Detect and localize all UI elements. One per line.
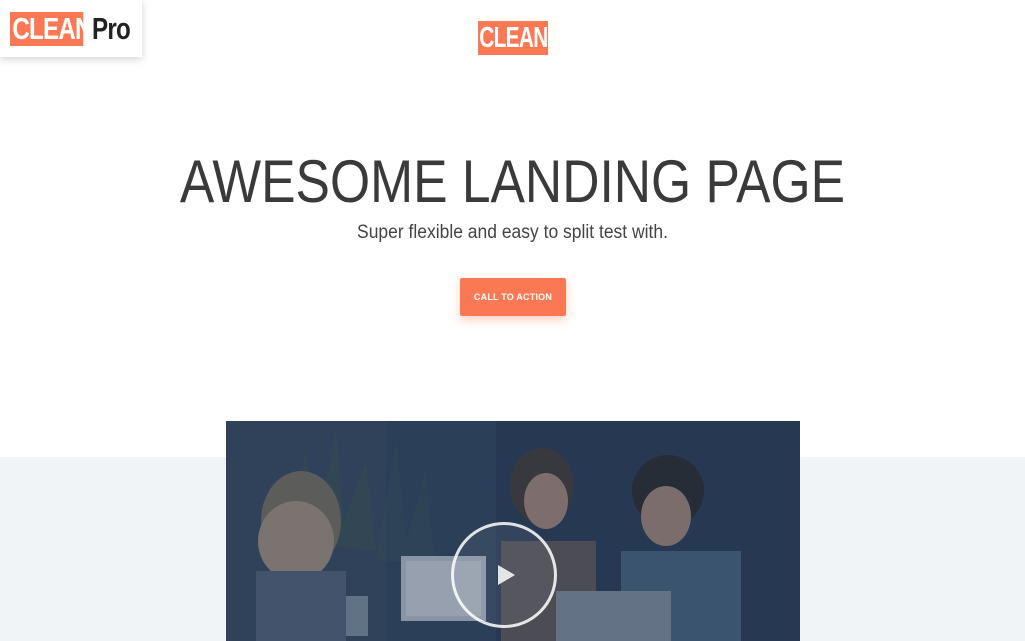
play-button[interactable] <box>451 522 557 628</box>
play-icon <box>498 565 515 585</box>
product-badge: CLEAN Pro <box>0 0 142 57</box>
landing-page: CLEAN Pro CLEAN AWESOME LANDING PAGE Sup… <box>0 0 1025 641</box>
video-player[interactable] <box>226 421 800 641</box>
badge-brand-word: CLEAN <box>10 11 93 46</box>
hero-subheadline: Super flexible and easy to split test wi… <box>357 222 668 243</box>
site-logo[interactable]: CLEAN <box>478 21 548 55</box>
badge-suffix: Pro <box>92 10 131 46</box>
call-to-action-button[interactable]: CALL TO ACTION <box>460 278 566 316</box>
hero-headline: AWESOME LANDING PAGE <box>179 148 846 215</box>
site-logo-text: CLEAN <box>478 21 548 54</box>
